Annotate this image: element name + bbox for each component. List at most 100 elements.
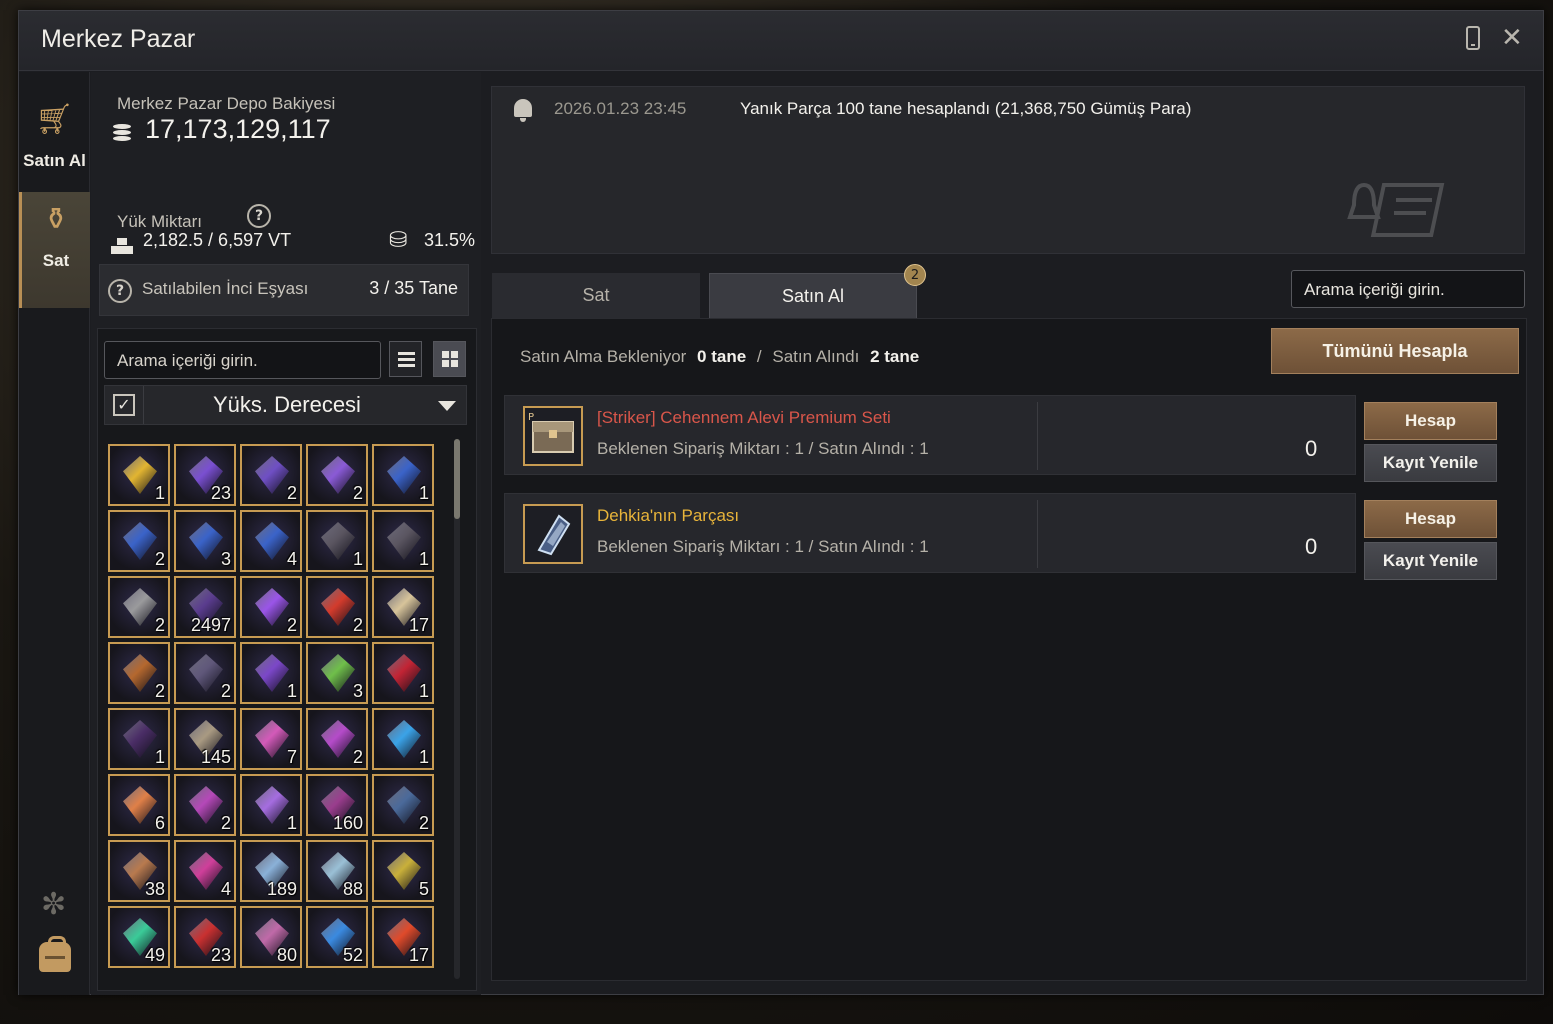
nav-buy-label: Satın Al	[23, 151, 86, 170]
item-icon	[255, 720, 289, 758]
item-icon	[123, 456, 157, 494]
inventory-slot[interactable]: 1	[372, 708, 434, 770]
sort-dropdown[interactable]: ✓ Yüks. Derecesi	[104, 385, 467, 425]
inventory-scrollbar[interactable]	[454, 439, 460, 979]
inventory-slot[interactable]: 2	[372, 774, 434, 836]
scroll-thumb[interactable]	[454, 439, 460, 519]
item-count: 189	[266, 879, 297, 899]
item-count: 2	[154, 549, 165, 569]
inventory-slot[interactable]: 2	[108, 510, 170, 572]
sort-checkbox[interactable]: ✓	[113, 394, 135, 416]
item-count: 6	[154, 813, 165, 833]
left-panel: Merkez Pazar Depo Bakiyesi 17,173,129,11…	[91, 72, 481, 995]
item-count: 2	[220, 681, 231, 701]
inventory-slot[interactable]: 17	[372, 576, 434, 638]
item-count: 2	[286, 615, 297, 635]
svg-text:P: P	[528, 412, 534, 423]
inventory-slot[interactable]: 1	[372, 444, 434, 506]
inventory-slot[interactable]: 1	[372, 510, 434, 572]
inventory-slot[interactable]: 17	[372, 906, 434, 968]
pearl-label: Satılabilen İnci Eşyası	[142, 279, 309, 298]
inventory-slot[interactable]: 145	[174, 708, 236, 770]
item-icon	[387, 852, 421, 890]
settle-button[interactable]: Hesap	[1364, 402, 1497, 440]
bag-icon[interactable]	[39, 936, 71, 972]
inventory-slot[interactable]: 2	[174, 642, 236, 704]
central-market-window: Merkez Pazar ✕ 🛒︎ Satın Al ⚱︎ Sat ✼ Merk…	[18, 10, 1544, 995]
inventory-slot[interactable]: 160	[306, 774, 368, 836]
item-count: 1	[418, 483, 429, 503]
inventory-slot[interactable]: 3	[174, 510, 236, 572]
item-count: 1	[418, 681, 429, 701]
item-count: 88	[342, 879, 363, 899]
inventory-slot[interactable]: 2	[306, 708, 368, 770]
divider	[1037, 402, 1038, 470]
weight-crate-icon	[111, 236, 133, 254]
load-label: Yük Miktarı	[117, 212, 203, 231]
item-icon	[189, 522, 223, 560]
inventory-slot[interactable]: 80	[240, 906, 302, 968]
item-icon	[387, 786, 421, 824]
inventory-slot[interactable]: 88	[306, 840, 368, 902]
close-icon[interactable]: ✕	[1501, 23, 1523, 53]
help-icon[interactable]: ?	[247, 204, 271, 228]
inventory-slot[interactable]: 49	[108, 906, 170, 968]
item-icon	[387, 456, 421, 494]
inventory-slot[interactable]: 52	[306, 906, 368, 968]
item-count: 1	[286, 681, 297, 701]
inventory-slot[interactable]: 1	[372, 642, 434, 704]
inventory-slot[interactable]: 6	[108, 774, 170, 836]
inventory-slot[interactable]: 7	[240, 708, 302, 770]
chest-icon: P	[523, 406, 583, 466]
inventory-slot[interactable]: 1	[240, 642, 302, 704]
inventory-slot[interactable]: 2	[240, 576, 302, 638]
inventory-slot[interactable]: 23	[174, 444, 236, 506]
inventory-slot[interactable]: 4	[174, 840, 236, 902]
order-name: Dehkia'nın Parçası	[597, 506, 740, 525]
nav-sell[interactable]: ⚱︎ Sat	[19, 192, 90, 308]
nav-buy[interactable]: 🛒︎ Satın Al	[19, 92, 90, 192]
inventory-slot[interactable]: 2	[306, 576, 368, 638]
inventory-slot[interactable]: 2	[174, 774, 236, 836]
divider	[143, 386, 144, 424]
item-icon	[387, 522, 421, 560]
inventory-slot[interactable]: 1	[108, 708, 170, 770]
inventory-slot[interactable]: 23	[174, 906, 236, 968]
tab-sell[interactable]: Sat	[492, 273, 700, 319]
inventory-slot[interactable]: 4	[240, 510, 302, 572]
grid-view-button[interactable]	[433, 341, 466, 377]
item-icon	[189, 786, 223, 824]
help-icon[interactable]: ?	[108, 279, 132, 303]
inventory-slot[interactable]: 38	[108, 840, 170, 902]
item-count: 145	[200, 747, 231, 767]
inventory-slot[interactable]: 1	[306, 510, 368, 572]
inventory-slot[interactable]: 2	[240, 444, 302, 506]
notification-time: 2026.01.23 23:45	[554, 99, 687, 118]
inventory-search-input[interactable]: Arama içeriği girin.	[104, 341, 381, 379]
mobile-icon[interactable]	[1466, 26, 1480, 50]
order-amount: 0	[1305, 436, 1318, 461]
inventory-slot[interactable]: 2497	[174, 576, 236, 638]
tree-icon[interactable]: ✼	[41, 887, 66, 922]
balance-value: 17,173,129,117	[145, 114, 331, 144]
order-search-input[interactable]: Arama içeriği girin.	[1291, 270, 1525, 308]
order-detail: Beklenen Sipariş Miktarı : 1 / Satın Alı…	[597, 439, 929, 458]
tab-buy[interactable]: Satın Al	[709, 273, 917, 319]
inventory-slot[interactable]: 3	[306, 642, 368, 704]
inventory-slot[interactable]: 2	[108, 576, 170, 638]
inventory-slot[interactable]: 1	[240, 774, 302, 836]
settle-button[interactable]: Hesap	[1364, 500, 1497, 538]
list-view-button[interactable]	[389, 341, 422, 377]
inventory-slot[interactable]: 2	[108, 642, 170, 704]
renew-listing-button[interactable]: Kayıt Yenile	[1364, 542, 1497, 580]
inventory-slot[interactable]: 2	[306, 444, 368, 506]
item-icon	[123, 654, 157, 692]
inventory-slot[interactable]: 1	[108, 444, 170, 506]
tab-badge: 2	[904, 264, 926, 286]
item-count: 2	[352, 615, 363, 635]
renew-listing-button[interactable]: Kayıt Yenile	[1364, 444, 1497, 482]
inventory-slot[interactable]: 189	[240, 840, 302, 902]
settle-all-button[interactable]: Tümünü Hesapla	[1271, 328, 1519, 374]
inventory-slot[interactable]: 5	[372, 840, 434, 902]
item-icon	[255, 654, 289, 692]
